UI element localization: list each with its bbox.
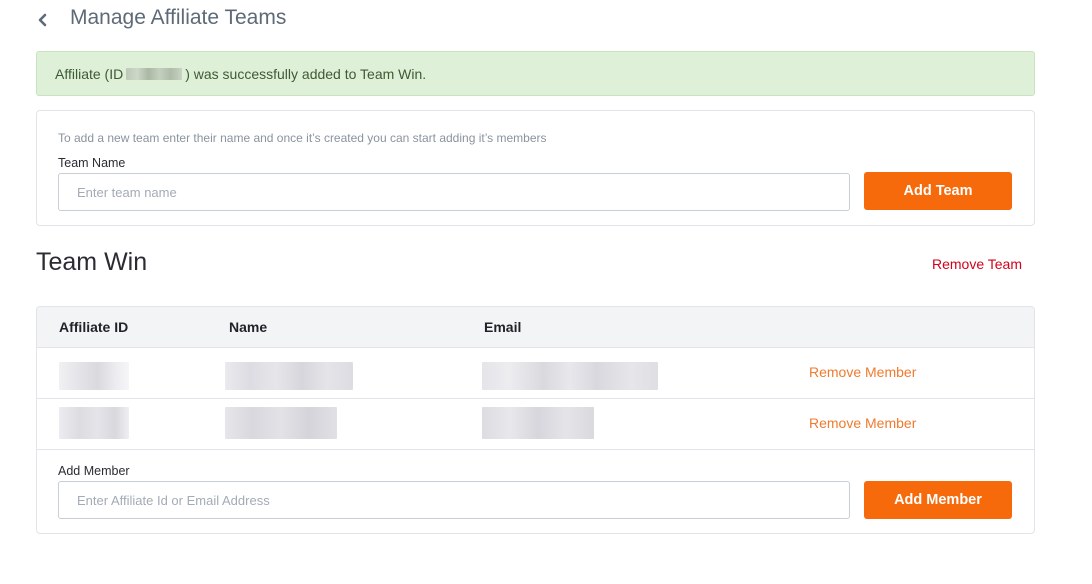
redacted-email (482, 362, 658, 390)
table-row: Remove Member (37, 348, 1034, 399)
remove-member-link[interactable]: Remove Member (809, 415, 916, 431)
team-name-input[interactable] (58, 173, 850, 211)
redacted-affiliate-id (59, 362, 129, 390)
column-name: Name (229, 319, 268, 335)
remove-member-link[interactable]: Remove Member (809, 364, 916, 380)
success-alert: Affiliate (ID ) was successfully added t… (36, 51, 1035, 96)
alert-prefix: Affiliate (ID (55, 65, 124, 82)
members-table: Affiliate ID Name Email Remove Member Re… (36, 306, 1035, 534)
column-affiliate-id: Affiliate ID (59, 319, 129, 335)
redacted-affiliate-id (126, 67, 183, 80)
table-row: Remove Member (37, 399, 1034, 450)
page-title: Manage Affiliate Teams (70, 6, 287, 29)
team-name-label: Team Name (58, 156, 126, 170)
redacted-name (225, 407, 337, 439)
add-team-panel: To add a new team enter their name and o… (36, 110, 1035, 226)
add-member-label: Add Member (58, 464, 130, 478)
alert-suffix: ) was successfully added to Team Win. (185, 65, 427, 82)
table-header: Affiliate ID Name Email (37, 307, 1034, 348)
add-member-button[interactable]: Add Member (864, 481, 1012, 519)
team-title: Team Win (36, 248, 148, 276)
redacted-email (482, 407, 594, 439)
column-email: Email (484, 319, 522, 335)
chevron-left-icon (38, 13, 47, 27)
add-team-hint: To add a new team enter their name and o… (58, 131, 547, 145)
add-member-input[interactable] (58, 481, 850, 519)
add-team-button[interactable]: Add Team (864, 172, 1012, 210)
redacted-name (225, 362, 353, 390)
remove-team-link[interactable]: Remove Team (932, 256, 1022, 272)
back-button[interactable] (34, 10, 50, 30)
redacted-affiliate-id (59, 407, 129, 439)
